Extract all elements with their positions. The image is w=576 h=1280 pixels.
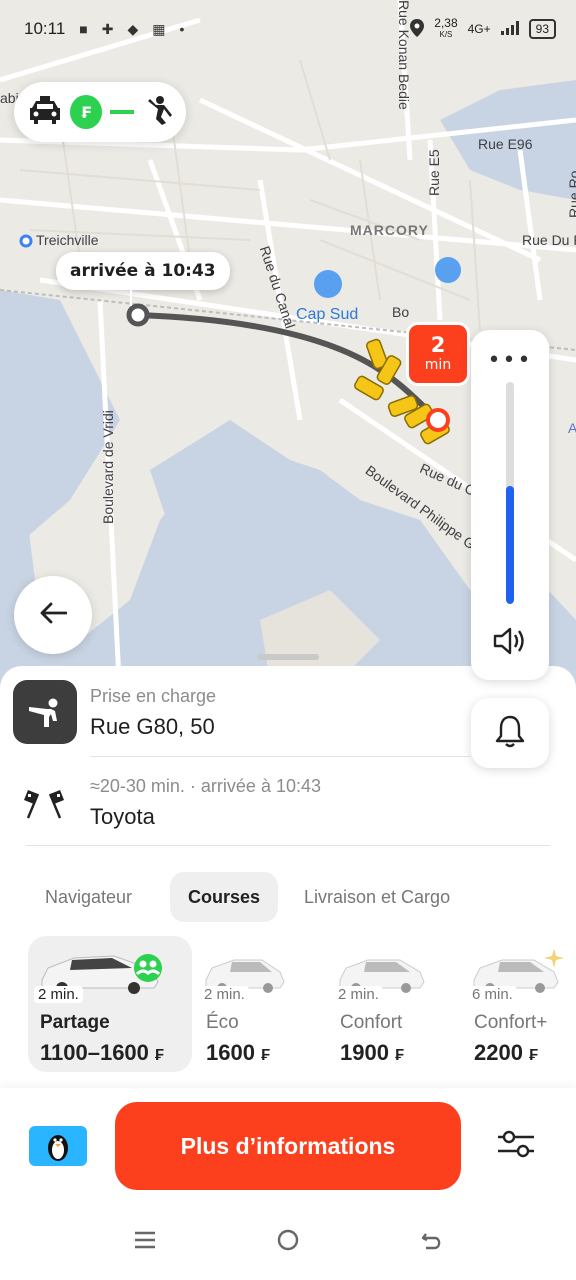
penguin-promo-icon[interactable] — [29, 1126, 87, 1166]
tariff-name: Confort — [340, 1012, 403, 1033]
currency-symbol: ₣ — [529, 1047, 538, 1064]
tariff-price-value: 1100–1600 — [40, 1040, 149, 1065]
map-label-rue-e96: Rue E96 — [478, 136, 533, 152]
speaker-icon[interactable] — [493, 626, 527, 660]
more-info-button[interactable]: Plus d’informations — [115, 1102, 461, 1190]
app-icon: ◆ — [127, 20, 139, 37]
tariff-price-value: 1600 — [206, 1040, 255, 1065]
fare-currency-icon: ₣ — [70, 95, 102, 129]
tariff-carousel: 2 min. Partage 1100–1600 ₣ 2 min. Éco 16… — [0, 936, 576, 1072]
map-label-rue-du-p: Rue Du P — [522, 232, 576, 248]
pickup-person-icon — [13, 680, 77, 744]
signal-icon — [500, 20, 519, 38]
currency-symbol: ₣ — [261, 1047, 270, 1064]
arrival-time-bubble: arrivée à 10:43 — [56, 252, 230, 290]
status-right: 2,38 K/S 4G+ 93 — [410, 16, 556, 40]
map-label-rue-e5: Rue E5 — [426, 149, 442, 196]
eta-value: 2 — [430, 333, 446, 357]
notification-bell-button[interactable] — [471, 698, 549, 768]
map-label-rue-r: Rue Ro — [566, 170, 576, 218]
notification-icon: ✚ — [101, 20, 114, 37]
map-label-boulevard-vridi: Boulevard de Vridi — [100, 410, 116, 524]
system-navigation-bar — [0, 1206, 576, 1280]
map-label-bo: Bo — [392, 304, 410, 320]
divider — [26, 845, 550, 846]
tariff-eta: 2 min. — [334, 986, 383, 1003]
eta-unit: min — [424, 357, 452, 373]
status-time: 10:11 — [24, 19, 66, 38]
tariff-card-confort-plus[interactable]: 6 min. Confort+ 2200 ₣ — [462, 936, 576, 1072]
bell-icon — [495, 714, 525, 752]
status-notification-icons: ■ ✚ ◆ ▦ • — [79, 21, 184, 38]
tariff-price: 1100–1600 ₣ — [40, 1040, 164, 1066]
bottom-action-bar: Plus d’informations — [0, 1088, 576, 1204]
tab-navigateur[interactable]: Navigateur — [27, 872, 150, 922]
tariff-eta: 6 min. — [468, 986, 517, 1003]
network-speed: 2,38 K/S — [434, 16, 458, 40]
arrow-left-icon — [39, 601, 68, 629]
route-summary-pill[interactable]: ₣ — [14, 82, 186, 142]
destination-row[interactable]: ≈20-30 min. · arrivée à 10:43 Toyota — [0, 770, 576, 840]
driver-eta-badge: 2 min — [406, 322, 470, 386]
currency-symbol: ₣ — [155, 1047, 164, 1064]
back-button[interactable] — [14, 576, 92, 654]
tab-livraison-cargo[interactable]: Livraison et Cargo — [286, 872, 468, 922]
more-options-icon[interactable]: ••• — [471, 348, 549, 373]
more-dot-icon: • — [179, 20, 185, 37]
volume-slider-fill — [506, 486, 514, 604]
back-nav-icon[interactable] — [420, 1228, 444, 1256]
currency-symbol: ₣ — [395, 1047, 404, 1064]
tariff-price-value: 1900 — [340, 1040, 389, 1065]
pickup-address: Rue G80, 50 — [90, 714, 215, 739]
pickup-label: Prise en charge — [90, 686, 217, 706]
sim-icon: ▦ — [152, 20, 166, 37]
recent-apps-icon[interactable] — [133, 1228, 157, 1256]
tab-courses[interactable]: Courses — [170, 872, 279, 922]
tariff-price: 1900 ₣ — [340, 1040, 404, 1066]
status-bar: 10:11 ■ ✚ ◆ ▦ • 2,38 K/S 4G+ 93 — [0, 0, 576, 58]
tariff-card-partage[interactable]: 2 min. Partage 1100–1600 ₣ — [28, 936, 192, 1072]
destination-info: ≈20-30 min. · arrivée à 10:43 — [90, 776, 321, 796]
taxi-icon — [28, 96, 62, 128]
arrival-bubble-pointer — [130, 288, 132, 306]
tariff-name: Éco — [206, 1012, 239, 1033]
network-type: 4G+ — [467, 22, 491, 36]
location-icon — [410, 18, 425, 40]
map-label-treichville: Treichville — [36, 232, 99, 248]
battery-indicator: 93 — [528, 19, 556, 39]
map-label-marcory: MARCORY — [350, 222, 429, 238]
home-icon[interactable] — [276, 1228, 300, 1256]
message-icon: ■ — [79, 20, 88, 37]
service-tabs: Navigateur Courses Livraison et Cargo — [0, 872, 576, 924]
tariff-name: Confort+ — [474, 1012, 548, 1033]
route-line — [109, 110, 134, 114]
tariff-name: Partage — [40, 1012, 110, 1033]
tariff-price: 2200 ₣ — [474, 1040, 538, 1066]
tariff-eta: 2 min. — [34, 986, 83, 1003]
finish-flags-icon — [24, 788, 64, 824]
tariff-eta: 2 min. — [200, 986, 249, 1003]
network-speed-unit: K/S — [439, 30, 453, 39]
divider — [90, 756, 470, 757]
network-speed-value: 2,38 — [434, 16, 458, 30]
sheet-grabber-handle[interactable] — [257, 654, 319, 660]
destination-name: Toyota — [90, 804, 155, 829]
map-label-a: A — [568, 420, 576, 436]
filters-icon[interactable] — [496, 1126, 536, 1166]
volume-slider[interactable] — [506, 382, 514, 604]
map-label-cap-sud: Cap Sud — [296, 306, 359, 323]
walking-person-icon — [142, 95, 172, 129]
tariff-price: 1600 ₣ — [206, 1040, 270, 1066]
volume-panel[interactable]: ••• — [471, 330, 549, 680]
tariff-price-value: 2200 — [474, 1040, 523, 1065]
